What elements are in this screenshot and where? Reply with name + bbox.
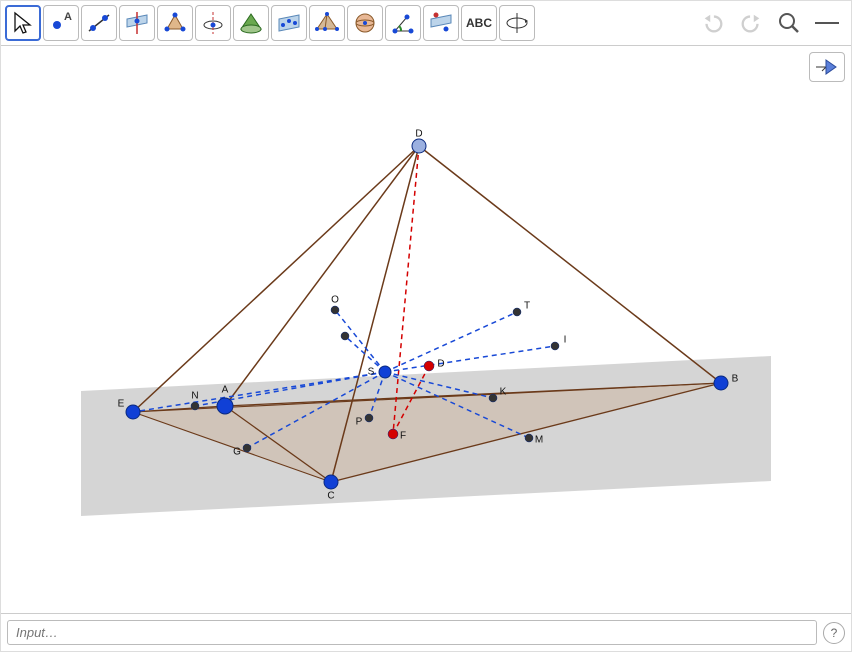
tools-host: A ABC bbox=[5, 5, 535, 41]
label-K: K bbox=[500, 387, 507, 398]
text-tool[interactable]: ABC bbox=[461, 5, 497, 41]
redo-button[interactable] bbox=[739, 11, 763, 35]
point-P[interactable] bbox=[365, 414, 373, 422]
point-tool[interactable]: A bbox=[43, 5, 79, 41]
label-F: F bbox=[400, 431, 406, 442]
edge-S-I[interactable] bbox=[385, 346, 555, 372]
label-N: N bbox=[191, 391, 198, 402]
point-G[interactable] bbox=[243, 444, 251, 452]
point-T[interactable] bbox=[513, 308, 521, 316]
plane-3points-tool[interactable] bbox=[271, 5, 307, 41]
label-S: S bbox=[368, 367, 375, 378]
label-M: M bbox=[535, 435, 543, 446]
point-C[interactable] bbox=[324, 475, 338, 489]
input-bar: ? bbox=[1, 613, 851, 651]
label-T: T bbox=[524, 301, 530, 312]
line-tool[interactable] bbox=[81, 5, 117, 41]
rotate-view-tool[interactable] bbox=[499, 5, 535, 41]
geogebra-app: A ABC D B E A C S D F O T I K M P G N bbox=[0, 0, 852, 652]
move-tool[interactable] bbox=[5, 5, 41, 41]
point-K[interactable] bbox=[489, 394, 497, 402]
point-M[interactable] bbox=[525, 434, 533, 442]
point-O[interactable] bbox=[331, 306, 339, 314]
scene-svg[interactable] bbox=[1, 46, 851, 606]
point-A[interactable] bbox=[217, 398, 233, 414]
intersect-surfaces-tool[interactable] bbox=[233, 5, 269, 41]
label-B: B bbox=[732, 374, 739, 385]
toolbar-right-group bbox=[701, 11, 847, 35]
edge-D-B[interactable] bbox=[419, 146, 721, 383]
circle-axis-tool[interactable] bbox=[195, 5, 231, 41]
point-N[interactable] bbox=[191, 402, 199, 410]
point-Q[interactable] bbox=[341, 332, 349, 340]
svg-text:A: A bbox=[64, 11, 72, 23]
edge-S-O[interactable] bbox=[335, 310, 385, 372]
help-button[interactable]: ? bbox=[823, 622, 845, 644]
point-F[interactable] bbox=[388, 429, 398, 439]
label-I: I bbox=[564, 335, 567, 346]
label-C: C bbox=[327, 491, 334, 502]
edge-S-T[interactable] bbox=[385, 312, 517, 372]
point-S[interactable] bbox=[379, 366, 391, 378]
label-G: G bbox=[233, 447, 241, 458]
label-O: O bbox=[331, 295, 339, 306]
point-D[interactable] bbox=[412, 139, 426, 153]
undo-button[interactable] bbox=[701, 11, 725, 35]
edge-D-A[interactable] bbox=[225, 146, 419, 406]
label-D: D bbox=[415, 129, 422, 140]
graphics-3d-view[interactable]: D B E A C S D F O T I K M P G N bbox=[1, 46, 851, 613]
pyramid-tool[interactable] bbox=[309, 5, 345, 41]
edge-D-E[interactable] bbox=[133, 146, 419, 412]
point-E[interactable] bbox=[126, 405, 140, 419]
point-B[interactable] bbox=[714, 376, 728, 390]
point-I[interactable] bbox=[551, 342, 559, 350]
main-toolbar: A ABC bbox=[1, 1, 851, 46]
label-D2: D bbox=[437, 359, 444, 370]
axes-toggle-button[interactable] bbox=[809, 52, 845, 82]
sphere-tool[interactable] bbox=[347, 5, 383, 41]
perpendicular-line-tool[interactable] bbox=[119, 5, 155, 41]
label-P: P bbox=[356, 417, 363, 428]
polygon-tool[interactable] bbox=[157, 5, 193, 41]
search-button[interactable] bbox=[777, 11, 801, 35]
menu-button[interactable] bbox=[815, 11, 839, 35]
label-A: A bbox=[222, 385, 229, 396]
point-D2[interactable] bbox=[424, 361, 434, 371]
reflect-plane-tool[interactable] bbox=[423, 5, 459, 41]
angle-tool[interactable] bbox=[385, 5, 421, 41]
label-E: E bbox=[118, 399, 125, 410]
algebra-input[interactable] bbox=[7, 620, 817, 645]
